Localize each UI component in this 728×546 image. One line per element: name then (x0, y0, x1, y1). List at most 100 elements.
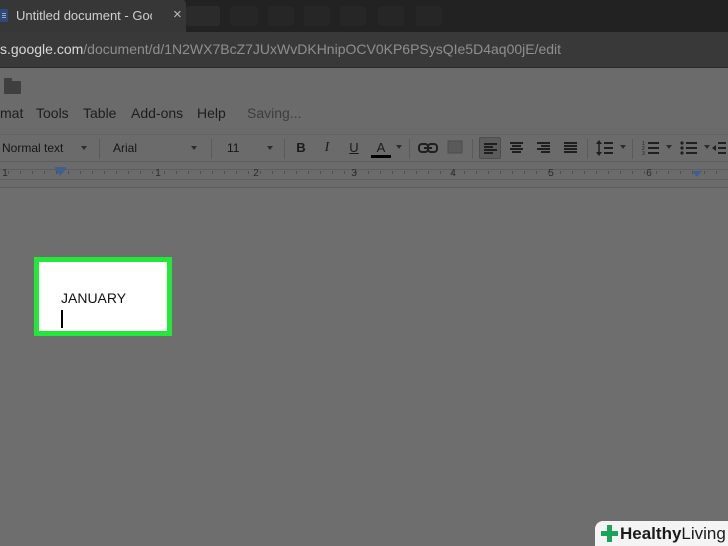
insert-link-button[interactable] (417, 137, 439, 159)
toolbar-divider (632, 139, 633, 159)
chevron-down-icon (267, 146, 273, 150)
document-text[interactable]: JANUARY (61, 290, 126, 306)
decrease-indent-button[interactable] (712, 137, 726, 159)
chevron-down-icon (666, 145, 672, 149)
numbered-list-button[interactable]: 1 2 3 (640, 137, 662, 159)
ruler[interactable]: 1 1 2 3 4 5 6 (0, 162, 728, 188)
ruler-tick (224, 171, 225, 174)
ruler-tick (44, 171, 45, 174)
numbered-list-icon: 1 2 3 (642, 141, 659, 157)
toolbar-divider (587, 139, 588, 159)
menu-format[interactable]: mat (0, 105, 23, 121)
chevron-down-icon (81, 146, 87, 150)
ruler-tick (488, 171, 489, 174)
menu-add-ons[interactable]: Add-ons (131, 105, 183, 121)
new-tab-button[interactable] (186, 6, 220, 26)
first-line-indent-marker[interactable] (55, 167, 66, 169)
ruler-tick (536, 171, 537, 174)
link-icon (418, 143, 438, 153)
ruler-tick (68, 171, 69, 174)
ruler-tick (704, 171, 705, 174)
background-tab[interactable] (268, 6, 294, 26)
ruler-number: 1 (155, 168, 161, 179)
text-color-button[interactable]: A (370, 137, 392, 159)
text-cursor (61, 310, 63, 328)
ruler-tick (140, 171, 141, 174)
ruler-tick (416, 171, 417, 174)
ruler-tick (428, 171, 429, 174)
align-center-icon (510, 142, 523, 153)
bulleted-list-button[interactable] (678, 137, 700, 159)
watermark-word-2: Living (681, 524, 726, 543)
chevron-down-icon (620, 145, 626, 149)
ruler-tick (80, 171, 81, 174)
insert-comment-button[interactable] (444, 137, 466, 159)
address-bar[interactable]: s.google.com/document/d/1N2WX7BcZ7JUxWvD… (0, 32, 728, 68)
ruler-number: 1 (2, 168, 8, 179)
menu-tools[interactable]: Tools (36, 105, 69, 121)
ruler-tick (476, 171, 477, 174)
ruler-tick (596, 171, 597, 174)
ruler-number: 4 (450, 168, 456, 179)
chevron-down-icon (704, 145, 710, 149)
ruler-tick (236, 171, 237, 174)
align-right-icon (537, 142, 550, 153)
bold-button[interactable]: B (290, 137, 312, 159)
tab-close-icon[interactable]: × (173, 6, 182, 24)
browser-tab[interactable]: Untitled document - Google Docs × (0, 0, 186, 32)
background-tab[interactable] (340, 6, 366, 26)
svg-text:3: 3 (642, 151, 645, 156)
ruler-tick (56, 171, 57, 174)
line-spacing-button[interactable] (594, 137, 616, 159)
background-tab[interactable] (304, 6, 330, 26)
align-center-button[interactable] (506, 137, 528, 159)
watermark-text: HealthyLiving (620, 524, 726, 544)
font-family-select[interactable]: Arial (113, 135, 203, 161)
menu-help[interactable]: Help (197, 105, 226, 121)
ruler-tick (368, 171, 369, 174)
ruler-tick (620, 171, 621, 174)
background-tab[interactable] (378, 6, 404, 26)
line-spacing-icon (596, 140, 613, 156)
save-status: Saving... (247, 105, 302, 121)
font-size-select[interactable]: 11 (227, 135, 277, 161)
ruler-tick (524, 171, 525, 174)
document-canvas[interactable] (0, 189, 728, 546)
font-size-value: 11 (227, 141, 240, 155)
background-tab[interactable] (416, 6, 442, 26)
ruler-tick (344, 171, 345, 174)
chevron-down-icon (191, 146, 197, 150)
underline-button[interactable]: U (343, 137, 365, 159)
background-tab[interactable] (230, 6, 258, 26)
ruler-tick (320, 171, 321, 174)
ruler-tick (608, 171, 609, 174)
ruler-tick (20, 171, 21, 174)
url-text[interactable]: s.google.com/document/d/1N2WX7BcZ7JUxWvD… (0, 41, 561, 57)
toolbar-divider (472, 139, 473, 159)
ruler-tick (272, 171, 273, 174)
justify-icon (564, 142, 577, 153)
align-right-button[interactable] (533, 137, 555, 159)
italic-button[interactable]: I (316, 137, 338, 159)
align-left-button[interactable] (479, 137, 501, 159)
google-docs-favicon-icon (0, 9, 8, 22)
ruler-tick (32, 171, 33, 174)
medical-cross-icon (601, 525, 618, 542)
paragraph-style-select[interactable]: Normal text (2, 135, 94, 161)
decrease-indent-icon (712, 142, 726, 154)
ruler-tick (128, 171, 129, 174)
justify-button[interactable] (560, 137, 582, 159)
ruler-tick (176, 171, 177, 174)
bulleted-list-icon (680, 141, 697, 155)
menu-table[interactable]: Table (83, 105, 116, 121)
ruler-tick (116, 171, 117, 174)
url-path: /document/d/1N2WX7BcZ7JUxWvDKHnipOCV0KP6… (83, 41, 562, 57)
folder-icon[interactable] (4, 78, 21, 94)
toolbar-divider (211, 139, 212, 159)
ruler-tick (392, 171, 393, 174)
text-color-swatch (371, 155, 391, 158)
healthy-living-watermark: HealthyLiving (595, 521, 728, 546)
right-indent-marker[interactable] (692, 171, 702, 177)
docs-header: mat Tools Table Add-ons Help Saving... (0, 68, 728, 134)
ruler-tick (632, 171, 633, 174)
